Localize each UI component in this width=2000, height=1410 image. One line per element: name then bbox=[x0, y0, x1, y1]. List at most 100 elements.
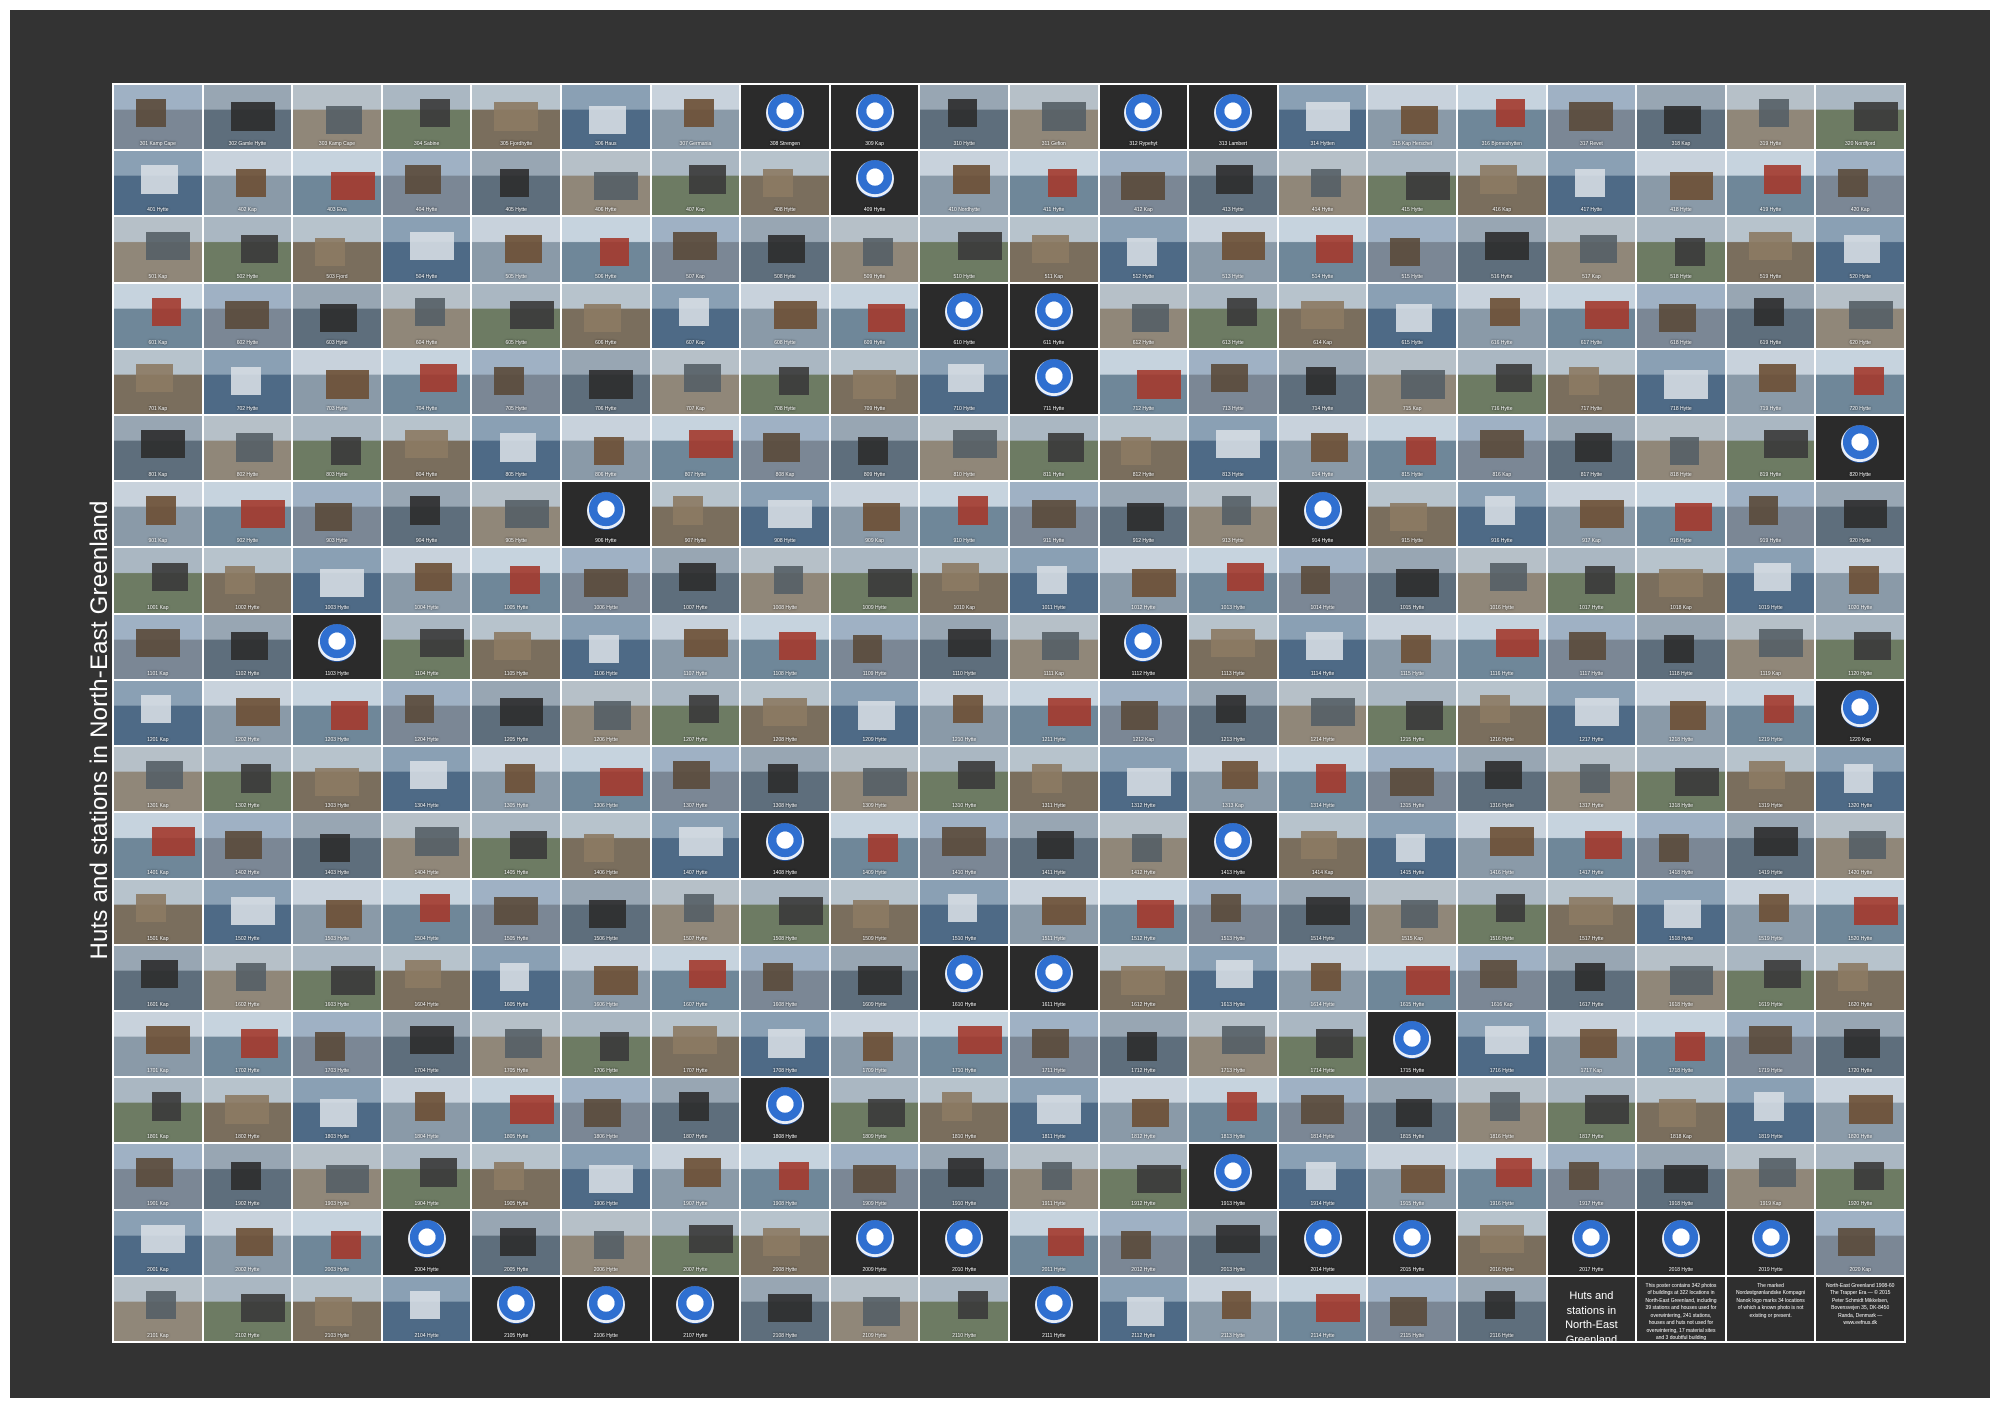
hut-shape bbox=[1748, 761, 1786, 790]
photo-caption: 1603 Hytte bbox=[324, 1001, 350, 1008]
hut-photo: 1915 Hytte bbox=[1368, 1144, 1456, 1209]
hut-photo: 812 Hytte bbox=[1099, 416, 1188, 481]
hut-shape bbox=[1669, 701, 1707, 730]
photo-caption: 2013 Hytte bbox=[1220, 1266, 1246, 1273]
photo-caption: 816 Kap bbox=[1492, 472, 1512, 479]
photo-caption: 1120 Hytte bbox=[1848, 670, 1873, 677]
hut-photo: 1117 Hytte bbox=[1547, 614, 1636, 679]
hut-photo: 403 Elva bbox=[293, 151, 381, 216]
logo-tile: 2009 Hytte bbox=[830, 1210, 919, 1275]
hut-shape bbox=[325, 370, 370, 399]
hut-photo: 1707 Hytte bbox=[651, 1011, 740, 1077]
hut-shape bbox=[146, 761, 184, 790]
photo-caption: 1209 Hytte bbox=[862, 737, 887, 744]
hut-shape bbox=[1753, 297, 1784, 326]
photo-caption: 701 Kap bbox=[148, 406, 168, 413]
hut-shape bbox=[768, 1029, 806, 1058]
logo-tile: 1112 Hytte bbox=[1099, 614, 1188, 679]
hut-shape bbox=[504, 234, 542, 263]
hut-photo: 719 Hytte bbox=[1726, 349, 1815, 415]
hut-shape bbox=[225, 300, 270, 330]
photo-caption: 717 Hytte bbox=[1580, 406, 1603, 413]
hut-shape bbox=[863, 1032, 893, 1061]
photo-caption: 1410 Hytte bbox=[952, 869, 977, 876]
hut-photo: 301 Kamp Cape bbox=[114, 85, 202, 150]
hut-photo: 1205 Hytte bbox=[472, 680, 560, 746]
photo-caption: 1611 Hytte bbox=[1041, 1001, 1066, 1008]
photo-caption: 1220 Kap bbox=[1849, 737, 1871, 744]
hut-photo: 1509 Hytte bbox=[830, 879, 919, 944]
hut-photo: 511 Kap bbox=[1009, 217, 1098, 282]
hut-photo: 1106 Hytte bbox=[561, 614, 650, 679]
photo-caption: 906 Hytte bbox=[595, 538, 617, 545]
hut-photo: 1708 Hytte bbox=[741, 1011, 829, 1077]
photo-caption: 1102 Hytte bbox=[235, 670, 260, 677]
hut-shape bbox=[947, 628, 992, 658]
hut-photo: 606 Hytte bbox=[561, 283, 650, 348]
photo-caption: 1314 Hytte bbox=[1310, 803, 1335, 810]
hut-photo: 304 Sabine bbox=[382, 85, 471, 150]
photo-caption: 904 Hytte bbox=[415, 538, 438, 545]
photo-caption: 315 Kap Herschel bbox=[1392, 141, 1433, 148]
hut-photo: 1018 Kap bbox=[1637, 548, 1725, 613]
hut-shape bbox=[1305, 1161, 1336, 1190]
photo-caption: 1302 Hytte bbox=[235, 803, 260, 810]
hut-shape bbox=[510, 565, 540, 595]
hut-shape bbox=[420, 893, 451, 922]
logo-tile: 2106 Hytte bbox=[561, 1276, 650, 1341]
hut-photo: 605 Hytte bbox=[472, 283, 560, 348]
hut-photo: 1008 Hytte bbox=[741, 548, 829, 613]
photo-caption: 1520 Hytte bbox=[1848, 935, 1873, 942]
hut-shape bbox=[599, 237, 630, 267]
photo-grid: 301 Kamp Cape 302 Gamle Hytte 303 Kamp Cap… bbox=[112, 83, 1906, 1343]
hut-photo: 417 Hytte bbox=[1547, 151, 1636, 216]
photo-caption: 2006 Hytte bbox=[593, 1266, 618, 1273]
hut-shape bbox=[146, 1026, 191, 1055]
hut-shape bbox=[409, 231, 454, 260]
hut-photo: 402 Kap bbox=[203, 151, 292, 216]
logo-tile: 906 Hytte bbox=[561, 482, 650, 547]
hut-photo: 1113 Hytte bbox=[1189, 614, 1277, 679]
company-logo-icon bbox=[1034, 954, 1073, 993]
hut-shape bbox=[320, 1098, 358, 1127]
hut-photo: 1303 Hytte bbox=[293, 747, 381, 812]
hut-photo: 1908 Hytte bbox=[741, 1144, 829, 1209]
photo-caption: 1107 Hytte bbox=[683, 670, 708, 677]
photo-caption: 607 Kap bbox=[686, 339, 705, 346]
hut-shape bbox=[135, 1158, 173, 1187]
hut-shape bbox=[151, 1092, 182, 1121]
photo-caption: 1402 Hytte bbox=[235, 869, 260, 876]
hut-shape bbox=[1753, 1092, 1784, 1121]
hut-shape bbox=[1300, 300, 1345, 330]
photo-caption: 517 Kap bbox=[1582, 273, 1601, 280]
photo-caption: 1017 Hytte bbox=[1579, 604, 1604, 611]
hut-shape bbox=[1047, 168, 1078, 197]
photo-caption: 604 Hytte bbox=[415, 339, 438, 346]
hut-photo: 1415 Hytte bbox=[1368, 813, 1456, 878]
photo-caption: 620 Hytte bbox=[1849, 339, 1871, 346]
company-logo-icon bbox=[1034, 1286, 1073, 1325]
hut-shape bbox=[1748, 231, 1793, 260]
photo-caption: 710 Hytte bbox=[953, 406, 975, 413]
hut-shape bbox=[1211, 363, 1248, 393]
photo-caption: 1210 Hytte bbox=[952, 737, 977, 744]
photo-caption: 1715 Hytte bbox=[1400, 1068, 1425, 1075]
hut-photo: 703 Hytte bbox=[293, 349, 381, 415]
photo-caption: 508 Hytte bbox=[774, 273, 796, 280]
hut-shape bbox=[673, 496, 704, 525]
hut-shape bbox=[420, 99, 451, 128]
photo-caption: 913 Hytte bbox=[1222, 538, 1244, 545]
hut-photo: 807 Hytte bbox=[651, 416, 740, 481]
hut-shape bbox=[689, 695, 720, 724]
hut-photo: 1506 Hytte bbox=[561, 879, 650, 944]
hut-shape bbox=[1764, 959, 1802, 989]
hut-shape bbox=[942, 827, 987, 856]
logo-tile: 1103 Hytte bbox=[293, 614, 381, 679]
hut-photo: 1804 Hytte bbox=[382, 1078, 471, 1143]
photo-caption: 709 Hytte bbox=[863, 406, 886, 413]
hut-photo: 1019 Hytte bbox=[1726, 548, 1815, 613]
photo-caption: 1820 Hytte bbox=[1848, 1134, 1873, 1141]
hut-photo: 1818 Kap bbox=[1637, 1078, 1725, 1143]
hut-photo: 707 Kap bbox=[651, 349, 740, 415]
hut-shape bbox=[1569, 1161, 1600, 1190]
